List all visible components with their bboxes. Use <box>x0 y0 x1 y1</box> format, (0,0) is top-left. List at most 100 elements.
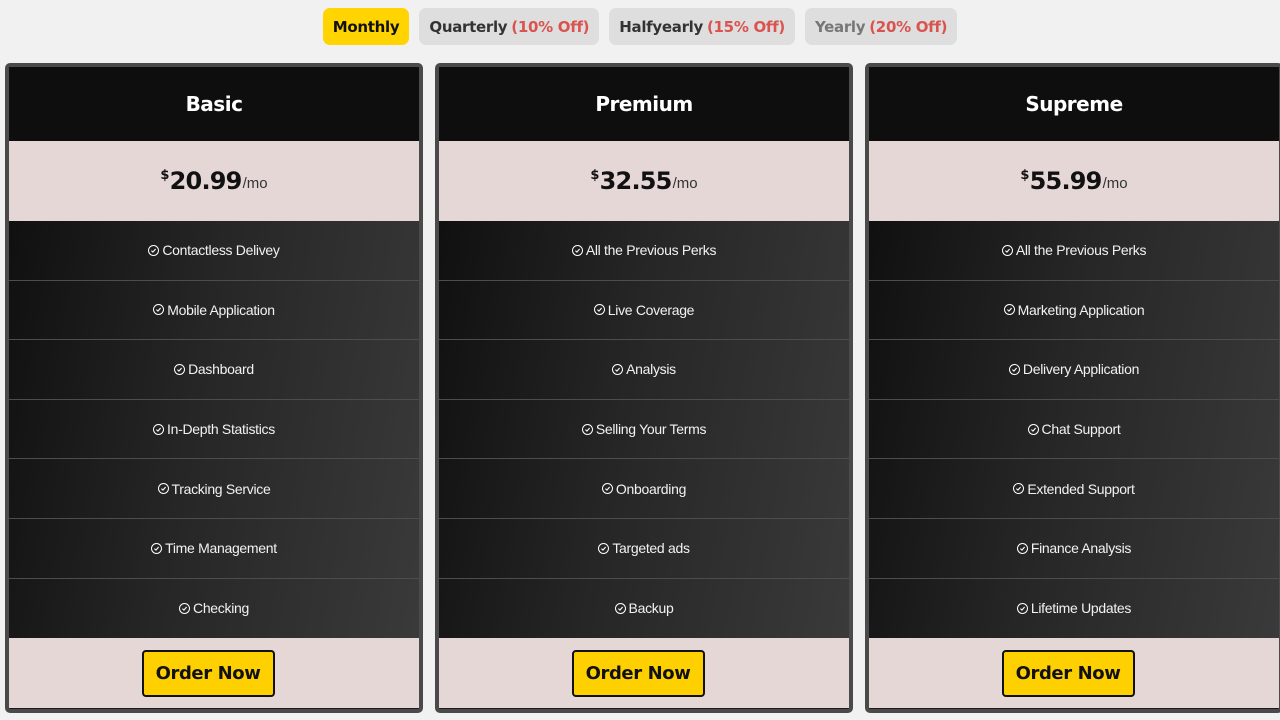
feature-item: Finance Analysis <box>869 519 1279 579</box>
feature-label: All the Previous Perks <box>585 242 717 259</box>
check-circle-icon <box>1013 483 1025 495</box>
feature-item: Backup <box>439 579 849 639</box>
price-amount: 55.99 <box>1029 167 1103 195</box>
order-now-button-basic[interactable]: Order Now <box>141 649 275 697</box>
tab-yearly[interactable]: Yearly (20% Off) <box>804 8 958 45</box>
feature-label: Dashboard <box>188 361 254 378</box>
feature-label: Lifetime Updates <box>1030 600 1132 617</box>
feature-item: Dashboard <box>9 340 419 400</box>
check-circle-icon <box>174 363 186 375</box>
plan-card-premium: Premium $32.55/mo All the Previous Perks… <box>435 63 853 713</box>
check-circle-icon <box>1003 304 1015 316</box>
check-circle-icon <box>1016 542 1028 554</box>
feature-label: Selling Your Terms <box>595 421 707 438</box>
feature-list: All the Previous Perks Live Coverage Ana… <box>439 221 849 639</box>
plan-price: $55.99 <box>1020 167 1103 195</box>
feature-label: In-Depth Statistics <box>167 421 275 438</box>
currency-symbol: $ <box>590 168 599 183</box>
check-circle-icon <box>614 602 626 614</box>
feature-label: All the Previous Perks <box>1015 242 1147 259</box>
check-circle-icon <box>153 304 165 316</box>
tab-quarterly[interactable]: Quarterly (10% Off) <box>419 8 600 45</box>
feature-item: Chat Support <box>869 400 1279 460</box>
plan-card-supreme: Supreme $55.99/mo All the Previous Perks… <box>865 63 1280 713</box>
feature-item: All the Previous Perks <box>439 221 849 281</box>
tab-halfyearly-label: Halfyearly <box>619 17 703 36</box>
price-amount: 20.99 <box>169 167 243 195</box>
feature-label: Extended Support <box>1027 480 1135 497</box>
order-now-button-premium[interactable]: Order Now <box>571 649 705 697</box>
feature-item: Marketing Application <box>869 281 1279 341</box>
feature-label: Chat Support <box>1041 421 1121 438</box>
tab-halfyearly-discount: (15% Off) <box>706 17 785 36</box>
check-circle-icon <box>593 304 605 316</box>
feature-label: Backup <box>628 600 674 617</box>
tab-halfyearly[interactable]: Halfyearly (15% Off) <box>609 8 795 45</box>
tab-yearly-discount: (20% Off) <box>869 17 948 36</box>
feature-label: Delivery Application <box>1022 361 1140 378</box>
tab-quarterly-label: Quarterly <box>429 17 508 36</box>
plan-title: Basic <box>9 67 419 141</box>
check-circle-icon <box>571 244 583 256</box>
price-period: /mo <box>242 174 268 192</box>
check-circle-icon <box>581 423 593 435</box>
check-circle-icon <box>179 602 191 614</box>
plan-card-basic: Basic $20.99/mo Contactless Delivey Mobi… <box>5 63 423 713</box>
check-circle-icon <box>1016 602 1028 614</box>
tab-quarterly-discount: (10% Off) <box>511 17 590 36</box>
card-footer: Order Now <box>439 638 849 709</box>
feature-item: Checking <box>9 579 419 639</box>
check-circle-icon <box>1027 423 1039 435</box>
check-circle-icon <box>1008 363 1020 375</box>
tab-yearly-label: Yearly <box>814 17 866 36</box>
feature-label: Analysis <box>626 361 676 378</box>
billing-period-tabs: Monthly Quarterly (10% Off) Halfyearly (… <box>0 8 1280 45</box>
check-circle-icon <box>151 542 163 554</box>
feature-label: Onboarding <box>615 480 687 497</box>
feature-label: Checking <box>193 600 249 617</box>
feature-item: Analysis <box>439 340 849 400</box>
tab-monthly[interactable]: Monthly <box>322 8 410 45</box>
feature-item: Extended Support <box>869 459 1279 519</box>
feature-list: Contactless Delivey Mobile Application D… <box>9 221 419 639</box>
feature-item: Lifetime Updates <box>869 579 1279 639</box>
check-circle-icon <box>601 483 613 495</box>
feature-label: Contactless Delivey <box>162 242 280 259</box>
plan-price: $32.55 <box>590 167 673 195</box>
order-now-button-supreme[interactable]: Order Now <box>1001 649 1135 697</box>
check-circle-icon <box>598 542 610 554</box>
feature-item: Mobile Application <box>9 281 419 341</box>
feature-item: In-Depth Statistics <box>9 400 419 460</box>
feature-item: Live Coverage <box>439 281 849 341</box>
check-circle-icon <box>153 423 165 435</box>
feature-label: Marketing Application <box>1017 301 1145 318</box>
price-amount: 32.55 <box>599 167 673 195</box>
feature-label: Live Coverage <box>607 301 695 318</box>
feature-item: Tracking Service <box>9 459 419 519</box>
currency-symbol: $ <box>1020 168 1029 183</box>
plan-price: $20.99 <box>160 167 243 195</box>
check-circle-icon <box>148 244 160 256</box>
price-box: $20.99/mo <box>9 141 419 221</box>
feature-item: Delivery Application <box>869 340 1279 400</box>
feature-item: Time Management <box>9 519 419 579</box>
pricing-cards: Basic $20.99/mo Contactless Delivey Mobi… <box>5 63 1280 715</box>
check-circle-icon <box>612 363 624 375</box>
plan-title: Premium <box>439 67 849 141</box>
card-footer: Order Now <box>9 638 419 709</box>
price-box: $55.99/mo <box>869 141 1279 221</box>
feature-item: Targeted ads <box>439 519 849 579</box>
price-box: $32.55/mo <box>439 141 849 221</box>
feature-list: All the Previous Perks Marketing Applica… <box>869 221 1279 639</box>
feature-label: Mobile Application <box>167 301 275 318</box>
price-period: /mo <box>672 174 698 192</box>
feature-label: Time Management <box>165 540 277 557</box>
feature-item: All the Previous Perks <box>869 221 1279 281</box>
check-circle-icon <box>157 483 169 495</box>
plan-title: Supreme <box>869 67 1279 141</box>
feature-item: Contactless Delivey <box>9 221 419 281</box>
feature-label: Tracking Service <box>171 480 271 497</box>
check-circle-icon <box>1001 244 1013 256</box>
price-period: /mo <box>1102 174 1128 192</box>
feature-item: Selling Your Terms <box>439 400 849 460</box>
